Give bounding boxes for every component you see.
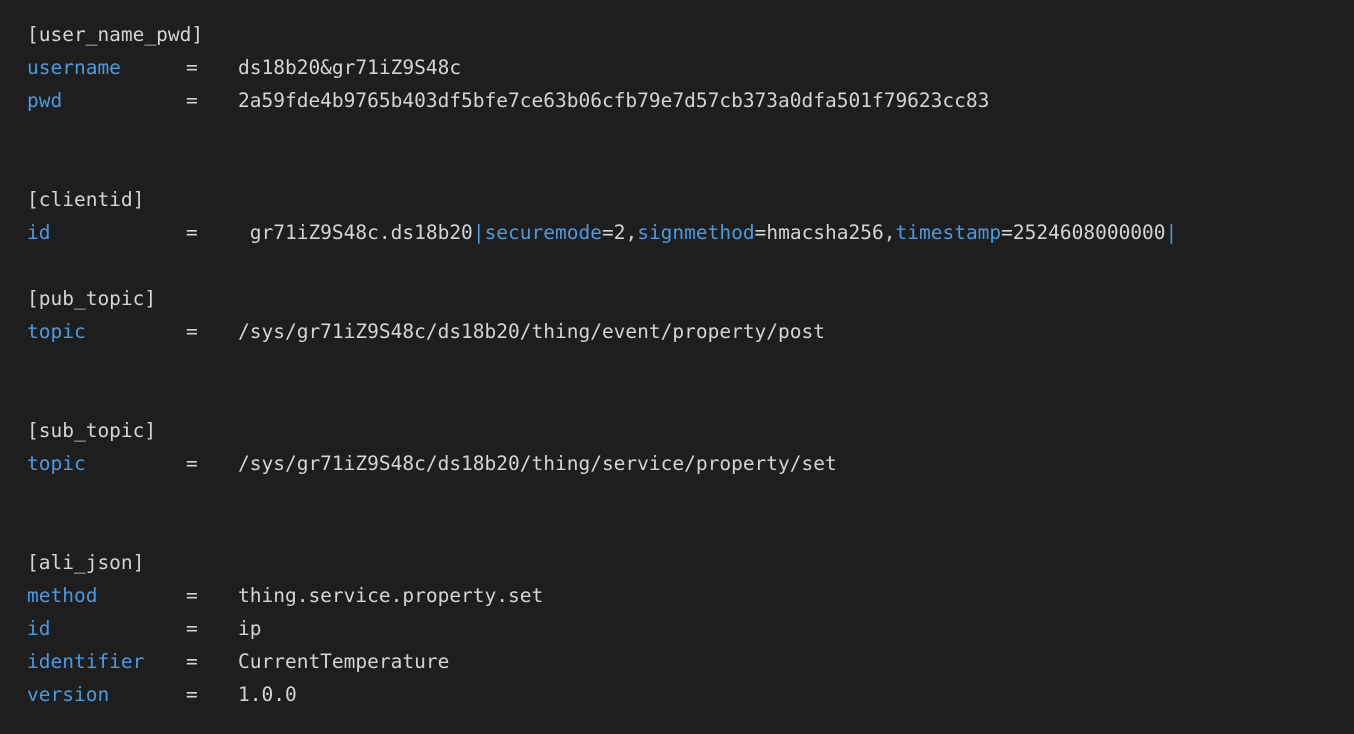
config-file-editor[interactable]: [user_name_pwd] username = ds18b20&gr71iZ9… (0, 0, 1354, 734)
section-header-line: [sub_topic] (27, 414, 1354, 447)
config-value: ip (238, 617, 262, 640)
clientid-separator: | (472, 221, 485, 244)
config-key: id (27, 617, 51, 640)
equals-sign: = (186, 584, 198, 607)
config-value: ds18b20&gr71iZ9S48c (238, 56, 462, 79)
clientid-token: =2524608000000 (1001, 221, 1166, 244)
config-key: method (27, 584, 98, 607)
section-header-line: [user_name_pwd] (27, 18, 1354, 51)
section-header-line: [clientid] (27, 183, 1354, 216)
clientid-param-securemode: securemode (484, 221, 602, 244)
clientid-separator: | (1165, 221, 1178, 244)
equals-sign: = (186, 56, 198, 79)
section-header: [clientid] (27, 188, 145, 211)
config-key: username (27, 56, 121, 79)
equals-sign: = (186, 650, 198, 673)
config-entry-line: pwd = 2a59fde4b9765b403df5bfe7ce63b06cfb79… (27, 84, 1354, 117)
section-header: [sub_topic] (27, 419, 157, 442)
config-value: 1.0.0 (238, 683, 297, 706)
section-header: [user_name_pwd] (27, 23, 204, 46)
config-key: id (27, 221, 51, 244)
config-key: topic (27, 320, 86, 343)
config-key: pwd (27, 89, 63, 112)
clientid-param-signmethod: signmethod (637, 221, 755, 244)
config-value: /sys/gr71iZ9S48c/ds18b20/thing/event/pro… (238, 320, 825, 343)
config-entry-line: version = 1.0.0 (27, 678, 1354, 711)
config-value: /sys/gr71iZ9S48c/ds18b20/thing/service/p… (238, 452, 837, 475)
config-entry-line: id = gr71iZ9S48c.ds18b20|securemode=2,sig… (27, 216, 1354, 249)
clientid-token: gr71iZ9S48c.ds18b20 (238, 221, 473, 244)
equals-sign: = (186, 89, 198, 112)
config-value: CurrentTemperature (238, 650, 450, 673)
config-key: version (27, 683, 110, 706)
config-entry-line: identifier = CurrentTemperature (27, 645, 1354, 678)
equals-sign: = (186, 683, 198, 706)
clientid-token: =hmacsha256, (754, 221, 896, 244)
config-value: 2a59fde4b9765b403df5bfe7ce63b06cfb79e7d5… (238, 89, 990, 112)
config-value: thing.service.property.set (238, 584, 544, 607)
section-header: [pub_topic] (27, 287, 157, 310)
equals-sign: = (186, 452, 198, 475)
clientid-token: =2, (601, 221, 638, 244)
equals-sign: = (186, 320, 198, 343)
config-entry-line: id = ip (27, 612, 1354, 645)
clientid-param-timestamp: timestamp (895, 221, 1002, 244)
equals-sign: = (186, 617, 198, 640)
config-entry-line: method = thing.service.property.set (27, 579, 1354, 612)
config-entry-line: username = ds18b20&gr71iZ9S48c (27, 51, 1354, 84)
config-key: topic (27, 452, 86, 475)
clientid-value: gr71iZ9S48c.ds18b20|securemode=2,signmet… (238, 221, 1178, 244)
section-header: [ali_json] (27, 551, 145, 574)
config-entry-line: topic = /sys/gr71iZ9S48c/ds18b20/thing/eve… (27, 315, 1354, 348)
section-header-line: [ali_json] (27, 546, 1354, 579)
config-key: identifier (27, 650, 145, 673)
config-entry-line: topic = /sys/gr71iZ9S48c/ds18b20/thing/ser… (27, 447, 1354, 480)
equals-sign: = (186, 221, 198, 244)
section-header-line: [pub_topic] (27, 282, 1354, 315)
